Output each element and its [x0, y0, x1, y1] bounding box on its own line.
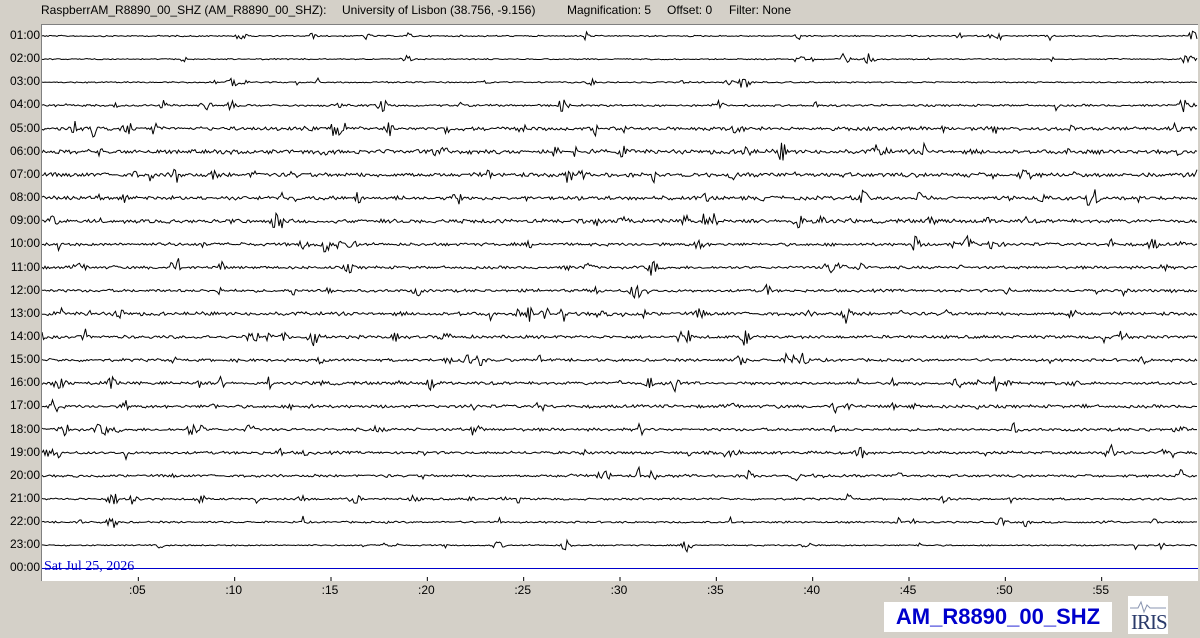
hour-label: 01:00	[9, 28, 40, 42]
minute-tick-label: :10	[225, 583, 242, 597]
hour-label: 06:00	[9, 143, 40, 158]
hour-label: 10:00	[9, 236, 40, 251]
trace-line	[42, 189, 1198, 206]
trace-line	[42, 538, 1198, 554]
trace-line	[42, 211, 1198, 229]
trace-line	[42, 398, 1197, 415]
station-code-label: AM_R8890_00_SHZ	[884, 602, 1112, 632]
trace-line	[42, 351, 1198, 367]
hour-label: 02:00	[9, 51, 40, 66]
minute-tick-label: :45	[899, 583, 917, 597]
trace-line	[42, 375, 1198, 394]
trace-line	[42, 258, 1198, 276]
hour-label: 14:00	[9, 328, 40, 343]
minute-tick-label: :25	[514, 583, 531, 597]
trace-line	[42, 141, 1198, 161]
hour-label: 04:00	[9, 97, 40, 112]
helicorder-plot	[41, 24, 1198, 581]
title-bar: RaspberrAM_R8890_00_SHZ (AM_R8890_00_SHZ…	[0, 0, 1200, 22]
trace-line	[42, 515, 1198, 528]
iris-logo-text: IRIS	[1131, 610, 1168, 634]
minute-tick-label: :15	[321, 583, 339, 597]
minute-tick-label: :05	[128, 583, 146, 597]
minute-tick-label: :30	[610, 583, 628, 597]
hour-label: 15:00	[9, 352, 40, 367]
trace-line	[42, 234, 1198, 253]
hour-label: 23:00	[9, 537, 40, 552]
minute-tick-label: :35	[706, 583, 724, 597]
minute-tick-label: :50	[995, 583, 1013, 597]
hour-label: 16:00	[9, 375, 40, 390]
hour-label: 00:00	[9, 560, 40, 575]
seismogram-traces	[42, 30, 1198, 581]
hour-label: 12:00	[9, 282, 40, 297]
date-label: Sat Jul 25, 2026	[44, 559, 135, 574]
hour-label: 17:00	[9, 398, 40, 413]
trace-line	[42, 328, 1198, 347]
trace-line	[42, 52, 1198, 65]
trace-line	[42, 465, 1197, 482]
trace-line	[42, 30, 1198, 42]
hour-label: 20:00	[9, 467, 40, 482]
trace-line	[42, 98, 1198, 113]
hour-label: 05:00	[9, 120, 40, 135]
hour-label: 08:00	[9, 190, 40, 205]
trace-line	[42, 77, 1197, 88]
trace-line	[42, 168, 1198, 184]
minute-tick-label: :40	[803, 583, 820, 597]
hour-label: 07:00	[9, 166, 40, 181]
minute-tick-label: :55	[1092, 583, 1109, 597]
hour-label: 18:00	[9, 421, 40, 436]
trace-line	[42, 421, 1198, 437]
trace-line	[42, 492, 1198, 505]
hour-label: 22:00	[9, 514, 40, 529]
location-text: University of Lisbon (38.756, -9.156)	[342, 3, 536, 17]
hour-label: 09:00	[9, 213, 40, 228]
offset-text: Offset: 0	[667, 3, 713, 17]
iris-logo: IRIS	[1128, 596, 1168, 634]
magnification-text: Magnification: 5	[567, 3, 652, 17]
trace-line	[42, 306, 1198, 324]
trace-line	[42, 121, 1198, 138]
station-description: RaspberrAM_R8890_00_SHZ (AM_R8890_00_SHZ…	[41, 3, 327, 17]
hour-label: 19:00	[9, 444, 40, 459]
hour-label: 03:00	[9, 74, 40, 89]
minute-tick-label: :20	[417, 583, 435, 597]
filter-text: Filter: None	[729, 3, 792, 17]
hour-label: 21:00	[9, 491, 40, 505]
trace-line	[42, 443, 1198, 462]
hour-label: 13:00	[9, 305, 40, 320]
trace-line	[42, 283, 1198, 300]
hour-label: 11:00	[10, 259, 40, 274]
